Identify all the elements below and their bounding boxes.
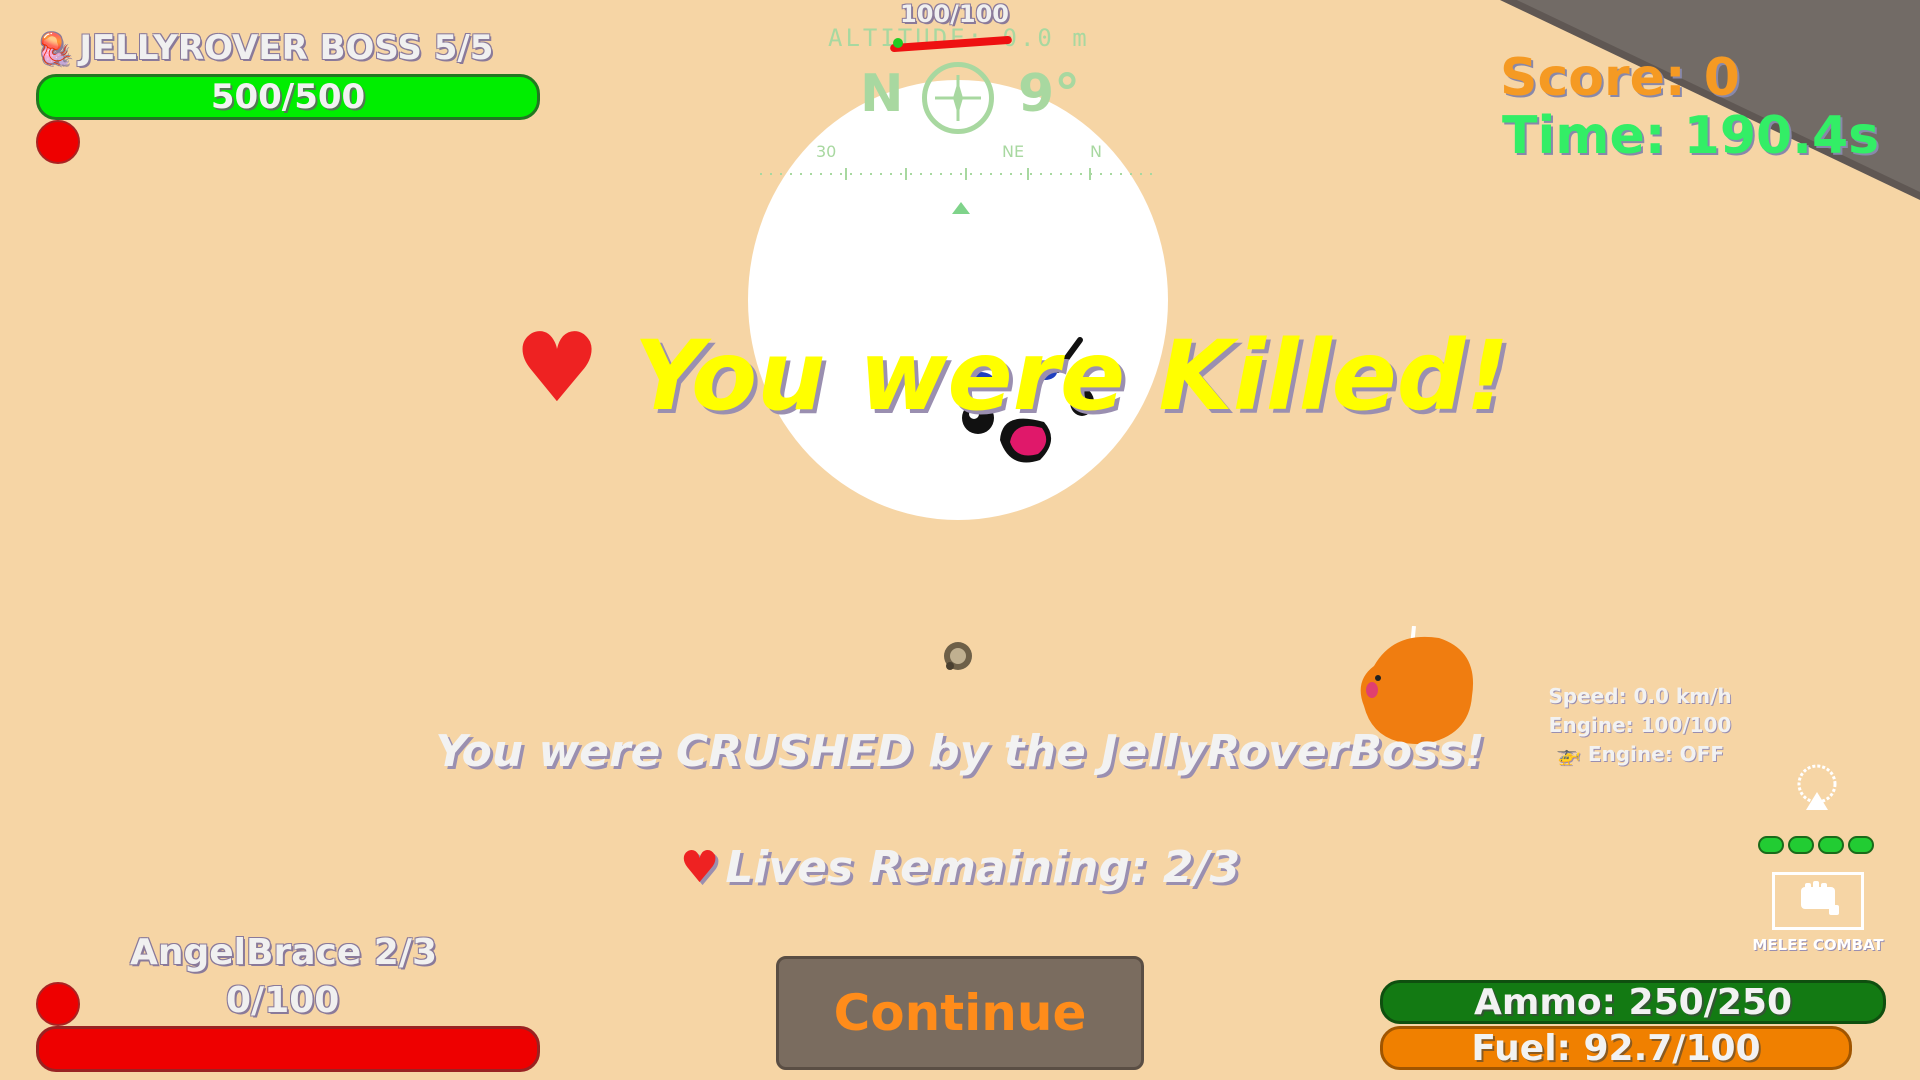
engine-state-row: 🚁 Engine: OFF	[1520, 740, 1760, 769]
ammo-bar: Ammo: 250/250	[1380, 980, 1886, 1024]
helicopter-icon: 🚁	[1555, 742, 1581, 766]
heart-icon: ♥	[514, 312, 601, 424]
player-vehicle-icon	[944, 642, 972, 670]
lives-text: Lives Remaining: 2/3	[725, 842, 1241, 893]
compass-ticks	[760, 168, 1160, 180]
player-health-bar	[36, 1026, 540, 1072]
boss-title-text: JELLYROVER BOSS 5/5	[79, 28, 494, 68]
melee-weapon-slot[interactable]	[1772, 872, 1864, 930]
boss-status-indicator	[36, 120, 80, 164]
compass-tape: 30 NE N	[760, 140, 1160, 180]
engine-state-readout: Engine: OFF	[1587, 742, 1725, 766]
altitude-readout: ALTITUDE: 0.0 m	[828, 24, 1090, 52]
weapon-slot-3[interactable]	[1818, 836, 1844, 854]
score-text: Score: 0	[1500, 48, 1740, 108]
weapon-slot-1[interactable]	[1758, 836, 1784, 854]
speed-readout: Speed: 0.0 km/h	[1548, 684, 1732, 708]
angel-emblem-icon	[1797, 764, 1837, 810]
player-status-indicator	[36, 982, 80, 1026]
heading-degrees: 9°	[1018, 64, 1081, 124]
fuel-text: Fuel: 92.7/100	[1471, 1027, 1761, 1069]
melee-label: MELEE COMBAT	[1752, 936, 1884, 954]
time-text: Time: 190.4s	[1502, 106, 1880, 166]
altitude-marker	[893, 38, 903, 48]
weapon-slot-4[interactable]	[1848, 836, 1874, 854]
vehicle-info: Speed: 0.0 km/h Engine: 100/100 🚁 Engine…	[1520, 682, 1760, 769]
heart-small-icon: ♥	[679, 842, 720, 893]
weapon-slots	[1758, 836, 1874, 854]
boss-title: 🪼 JELLYROVER BOSS 5/5	[36, 28, 493, 68]
continue-button[interactable]: Continue	[776, 956, 1144, 1070]
fuel-bar: Fuel: 92.7/100	[1380, 1026, 1852, 1070]
player-name: AngelBrace 2/3	[130, 932, 438, 973]
boss-health-bar: 500/500	[36, 74, 540, 120]
heading-pointer-icon	[952, 202, 970, 214]
engine-health-readout: Engine: 100/100	[1548, 713, 1732, 737]
lives-remaining: ♥ Lives Remaining: 2/3	[0, 842, 1920, 893]
boss-health-text: 500/500	[210, 77, 366, 117]
ammo-text: Ammo: 250/250	[1474, 981, 1792, 1023]
death-title: You were Killed!	[634, 320, 1510, 432]
jellyfish-icon: 🪼	[36, 32, 74, 67]
player-health-text: 0/100	[226, 980, 340, 1021]
tape-label: NE	[1002, 142, 1025, 161]
tape-label: 30	[816, 142, 837, 161]
fist-icon	[1801, 881, 1839, 915]
tape-label: N	[1090, 142, 1102, 161]
weapon-slot-2[interactable]	[1788, 836, 1814, 854]
heading-direction: N	[860, 64, 904, 124]
compass-needle-icon	[935, 75, 981, 121]
compass-rose-icon	[922, 62, 994, 134]
